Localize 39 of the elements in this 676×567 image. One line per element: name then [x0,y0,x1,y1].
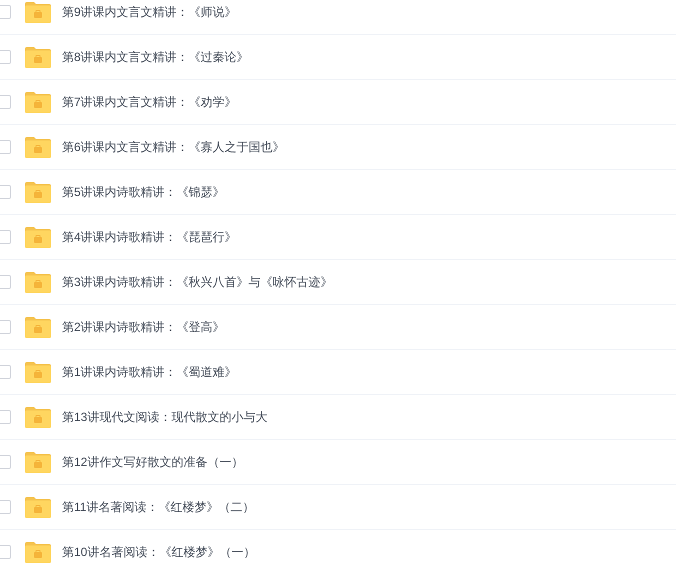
folder-icon [25,272,51,292]
checkbox[interactable] [0,500,11,514]
folder-icon [25,362,51,382]
folder-icon [25,46,51,68]
folder-name[interactable]: 第4讲课内诗歌精讲：《琵琶行》 [62,228,237,246]
folder-icon [25,136,51,158]
folder-icon [25,452,51,472]
checkbox[interactable] [0,545,11,559]
folder-icon [25,316,51,338]
folder-icon [25,182,51,202]
checkbox[interactable] [0,50,11,64]
folder-name[interactable]: 第7讲课内文言文精讲：《劝学》 [62,93,237,111]
folder-icon [25,542,51,562]
folder-icon [25,406,51,428]
checkbox[interactable] [0,95,11,109]
checkbox[interactable] [0,275,11,289]
folder-name[interactable]: 第1讲课内诗歌精讲：《蜀道难》 [62,363,237,381]
checkbox[interactable] [0,365,11,379]
folder-name[interactable]: 第2讲课内诗歌精讲：《登高》 [62,318,225,336]
checkbox[interactable] [0,5,11,19]
folder-name[interactable]: 第10讲名著阅读：《红楼梦》（一） [62,543,256,561]
checkbox[interactable] [0,410,11,424]
checkbox[interactable] [0,455,11,469]
folder-name[interactable]: 第6讲课内文言文精讲：《寡人之于国也》 [62,138,285,156]
folder-name[interactable]: 第3讲课内诗歌精讲：《秋兴八首》与《咏怀古迹》 [62,273,333,291]
checkbox[interactable] [0,320,11,334]
checkbox[interactable] [0,230,11,244]
folder-icon [25,2,51,22]
folder-name[interactable]: 第5讲课内诗歌精讲：《锦瑟》 [62,183,225,201]
folder-name[interactable]: 第11讲名著阅读：《红楼梦》（二） [62,498,254,516]
checkbox[interactable] [0,140,11,154]
folder-name[interactable]: 第9讲课内文言文精讲：《师说》 [62,3,237,21]
folder-name[interactable]: 第13讲现代文阅读：现代散文的小与大 [62,408,268,426]
folder-name[interactable]: 第12讲作文写好散文的准备（一） [62,453,244,471]
folder-icon [25,92,51,112]
folder-name[interactable]: 第8讲课内文言文精讲：《过秦论》 [62,48,249,66]
folder-icon [25,496,51,518]
checkbox[interactable] [0,185,11,199]
folder-icon [25,226,51,248]
